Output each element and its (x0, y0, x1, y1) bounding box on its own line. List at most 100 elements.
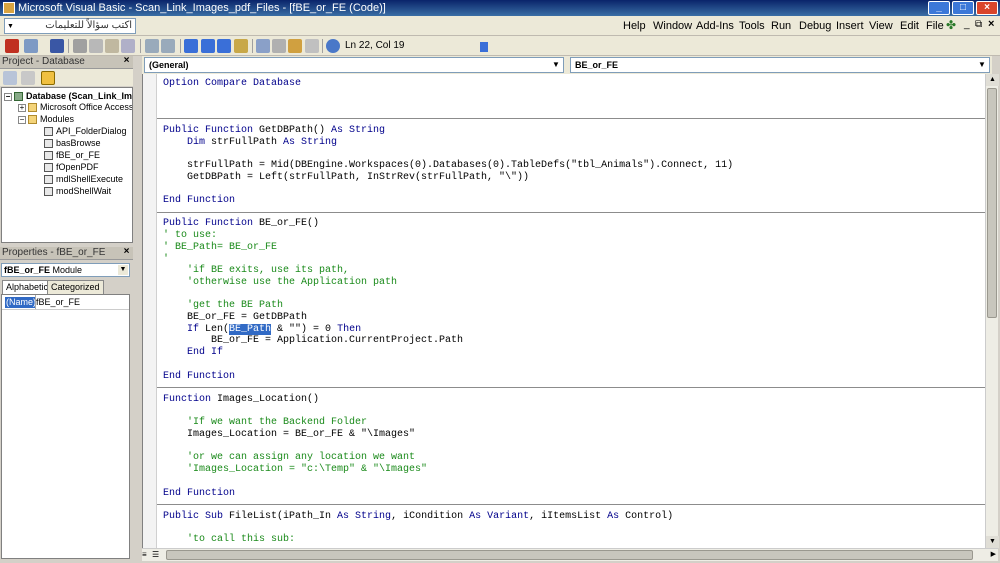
code-line[interactable]: BE_or_FE = Application.CurrentProject.Pa… (163, 335, 463, 347)
undo-icon[interactable] (145, 39, 159, 53)
scroll-down-icon[interactable]: ▼ (986, 536, 999, 548)
menu-debug[interactable]: Debug (799, 20, 831, 32)
code-line[interactable]: 'otherwise use the Application path (163, 277, 397, 289)
property-value[interactable]: fBE_or_FE (36, 297, 80, 308)
collapse-icon[interactable]: − (18, 115, 26, 124)
copy-icon[interactable] (89, 39, 103, 53)
tree-item-module[interactable]: fOpenPDF (44, 161, 99, 173)
object-combo[interactable]: (General) ▼ (144, 57, 564, 73)
redo-icon[interactable] (161, 39, 175, 53)
save-icon[interactable] (50, 39, 64, 53)
chevron-down-icon[interactable]: ▼ (118, 265, 128, 275)
procedure-combo[interactable]: BE_or_FE ▼ (570, 57, 990, 73)
reset-icon[interactable] (217, 39, 231, 53)
doc-restore-button[interactable]: ⧉ (975, 19, 982, 30)
code-line[interactable]: 'to call this sub: (163, 534, 295, 546)
find-icon[interactable] (121, 39, 135, 53)
horizontal-scrollbar[interactable]: ≡ ☰ ▶ (142, 548, 998, 561)
toggle-folders-icon[interactable] (41, 71, 55, 85)
code-line[interactable]: 'If we want the Backend Folder (163, 417, 367, 429)
vertical-scrollbar[interactable]: ▲ ▼ (985, 74, 999, 548)
design-mode-icon[interactable] (234, 39, 248, 53)
menu-tools[interactable]: Tools (739, 20, 765, 32)
code-line[interactable]: End Function (163, 488, 235, 500)
tree-item-modules[interactable]: − Modules (18, 113, 74, 125)
code-line[interactable]: GetDBPath = Left(strFullPath, InStrRev(s… (163, 172, 529, 184)
run-icon[interactable] (184, 39, 198, 53)
chevron-down-icon[interactable]: ▼ (976, 59, 988, 71)
code-margin[interactable] (143, 74, 157, 548)
paste-icon[interactable] (105, 39, 119, 53)
properties-object-select[interactable]: fBE_or_FE Module ▼ (1, 263, 130, 277)
tab-alphabetic[interactable]: Alphabetic (2, 280, 53, 294)
menu-view[interactable]: View (869, 20, 893, 32)
code-line[interactable]: Public Sub FileList(iPath_In As String, … (163, 511, 673, 523)
project-explorer-icon[interactable] (256, 39, 270, 53)
tree-item-module[interactable]: fBE_or_FE (44, 149, 100, 161)
procedure-view-icon[interactable]: ≡ (142, 550, 151, 560)
code-line[interactable]: ' (163, 254, 169, 266)
code-line[interactable]: End Function (163, 371, 235, 383)
view-code-icon[interactable] (3, 71, 17, 85)
cut-icon[interactable] (73, 39, 87, 53)
code-line[interactable]: Public Function GetDBPath() As String (163, 125, 385, 137)
menu-add-ins[interactable]: Add-Ins (696, 20, 734, 32)
menu-help[interactable]: Help (623, 20, 646, 32)
scroll-up-icon[interactable]: ▲ (986, 74, 999, 86)
menu-run[interactable]: Run (771, 20, 791, 32)
code-line[interactable]: End If (163, 347, 223, 359)
tree-item-access-objects[interactable]: + Microsoft Office Access C (18, 101, 132, 113)
toolbar-options-icon[interactable] (480, 42, 488, 52)
code-editor[interactable]: Option Compare Database Public Function G… (142, 74, 985, 548)
tab-categorized[interactable]: Categorized (47, 280, 104, 294)
code-line[interactable]: Function Images_Location() (163, 394, 319, 406)
code-line[interactable]: Images_Location = BE_or_FE & "\Images" (163, 429, 415, 441)
code-line[interactable]: If Len(BE_Path & "") = 0 Then (163, 323, 361, 336)
collapse-icon[interactable]: − (4, 92, 12, 101)
view-object-icon[interactable] (21, 71, 35, 85)
code-line[interactable]: 'Images_Location = "c:\Temp" & "\Images" (163, 464, 427, 476)
code-line[interactable]: 'if BE exits, use its path, (163, 265, 349, 277)
object-browser-icon[interactable] (288, 39, 302, 53)
tree-item-module[interactable]: modShellWait (44, 185, 111, 197)
insert-module-icon[interactable] (24, 39, 38, 53)
help-icon[interactable] (326, 39, 340, 53)
scroll-thumb[interactable] (987, 88, 997, 318)
expand-icon[interactable]: + (18, 103, 26, 112)
code-line[interactable]: ' to use: (163, 230, 217, 242)
menu-window[interactable]: Window (653, 20, 692, 32)
doc-close-button[interactable]: × (988, 18, 994, 30)
tree-item-module[interactable]: mdlShellExecute (44, 173, 123, 185)
minimize-button[interactable]: _ (928, 1, 950, 15)
code-line[interactable]: ' BE_Path= BE_or_FE (163, 242, 277, 254)
menu-file[interactable]: File (926, 20, 944, 32)
code-line[interactable]: 'or we can assign any location we want (163, 452, 415, 464)
maximize-button[interactable]: □ (952, 1, 974, 15)
close-icon[interactable]: × (121, 56, 132, 67)
code-line[interactable]: strFullPath = Mid(DBEngine.Workspaces(0)… (163, 160, 733, 172)
close-icon[interactable]: × (121, 247, 132, 258)
code-line[interactable]: Dim strFullPath As String (163, 137, 337, 149)
close-button[interactable]: × (976, 1, 998, 15)
code-line[interactable]: BE_or_FE = GetDBPath (163, 312, 307, 324)
code-line[interactable]: Public Function BE_or_FE() (163, 218, 319, 230)
code-line[interactable]: 'get the BE Path (163, 300, 283, 312)
full-module-view-icon[interactable]: ☰ (152, 550, 161, 560)
menu-insert[interactable]: Insert (836, 20, 864, 32)
chevron-down-icon[interactable]: ▼ (550, 59, 562, 71)
doc-minimize-button[interactable]: _ (964, 19, 970, 30)
tree-item-module[interactable]: API_FolderDialog (44, 125, 127, 137)
access-view-icon[interactable] (5, 39, 19, 53)
toolbox-icon[interactable] (305, 39, 319, 53)
properties-window-icon[interactable] (272, 39, 286, 53)
scroll-right-icon[interactable]: ▶ (991, 550, 996, 558)
code-line[interactable]: Option Compare Database (163, 78, 301, 90)
scroll-thumb[interactable] (166, 550, 973, 560)
ask-question-input[interactable]: ▼ اكتب سؤالاً للتعليمات (4, 18, 136, 34)
tree-item-module[interactable]: basBrowse (44, 137, 101, 149)
menu-edit[interactable]: Edit (900, 20, 919, 32)
break-icon[interactable] (201, 39, 215, 53)
property-key[interactable]: (Name) (5, 297, 36, 308)
code-line[interactable]: End Function (163, 195, 235, 207)
chevron-down-icon[interactable]: ▼ (7, 23, 14, 30)
